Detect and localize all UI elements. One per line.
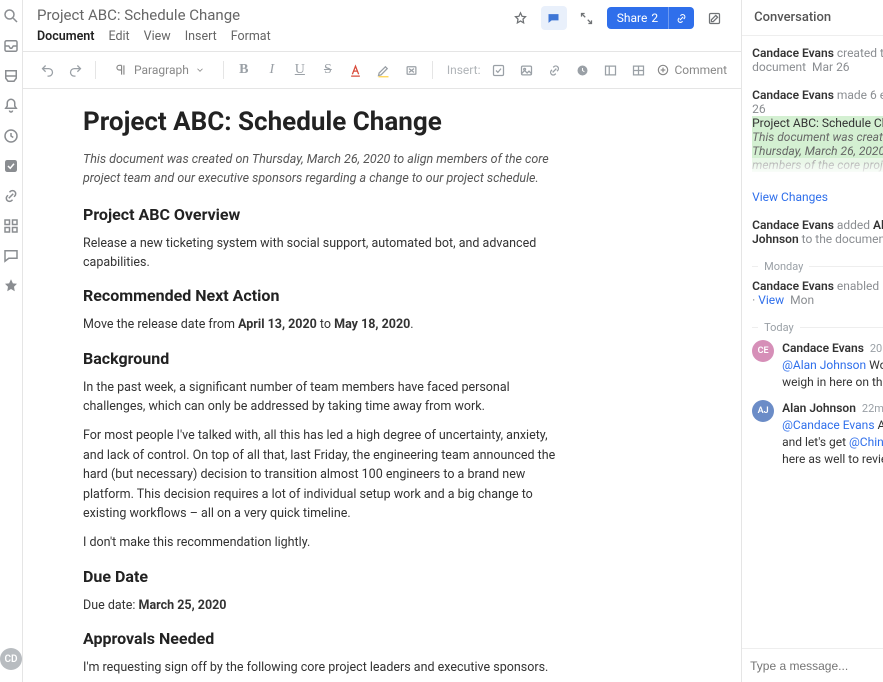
view-changes-link[interactable]: View Changes <box>752 190 883 204</box>
view-link[interactable]: View <box>758 293 784 307</box>
chat-icon[interactable] <box>1 246 21 266</box>
mention[interactable]: @Alan Johnson <box>782 358 866 372</box>
activity-edits: Candace Evans made 6 edits Mar 26 Projec… <box>752 88 883 176</box>
message-composer: Send <box>742 648 883 682</box>
background-heading: Background <box>83 349 713 368</box>
next-action-heading: Recommended Next Action <box>83 286 713 305</box>
menu-edit[interactable]: Edit <box>108 29 129 44</box>
overview-heading: Project ABC Overview <box>83 205 713 224</box>
clear-format-icon[interactable] <box>402 59 422 81</box>
insert-mention-icon[interactable] <box>572 59 592 81</box>
paragraph-style-select[interactable]: Paragraph <box>106 63 213 77</box>
doc-title: Project ABC: Schedule Change <box>37 6 240 24</box>
mention[interactable]: @Chinua Toure <box>849 435 883 449</box>
menu-document[interactable]: Document <box>37 29 94 44</box>
message-text: @Candace Evans Absolutely, and let's get… <box>782 417 883 467</box>
message-text: @Alan Johnson Would you weigh in here on… <box>782 357 883 391</box>
bell-icon[interactable] <box>1 96 21 116</box>
approvals-heading: Approvals Needed <box>83 629 713 648</box>
share-link-button[interactable] <box>668 7 694 29</box>
insert-link-icon[interactable] <box>544 59 564 81</box>
app-rail: CD <box>0 0 23 682</box>
message-author: Alan Johnson <box>782 400 856 417</box>
background-p3: I don't make this recommendation lightly… <box>83 533 563 552</box>
doc-h1: Project ABC: Schedule Change <box>83 107 713 137</box>
main-area: Project ABC: Schedule Change Share 2 Doc… <box>23 0 742 682</box>
conversation-panel: Conversation Candace Evans created the d… <box>742 0 883 682</box>
share-button[interactable]: Share 2 <box>607 7 668 29</box>
favorite-star-icon[interactable] <box>508 6 534 30</box>
text-color-icon[interactable] <box>346 59 366 81</box>
redo-icon[interactable] <box>65 59 85 81</box>
activity-link-sharing: Candace Evans enabled link sharing · Vie… <box>752 279 883 307</box>
compose-icon[interactable] <box>701 6 727 30</box>
menu-format[interactable]: Format <box>231 29 271 44</box>
menu-view[interactable]: View <box>144 29 171 44</box>
message-time: 20m <box>870 341 883 356</box>
conversation-toggle-icon[interactable] <box>541 6 567 30</box>
bold-button[interactable]: B <box>234 62 254 78</box>
divider-today: Today <box>752 321 883 334</box>
apps-icon[interactable] <box>1 216 21 236</box>
expand-icon[interactable] <box>574 6 600 30</box>
divider-monday: Monday <box>752 260 883 273</box>
conversation-body[interactable]: Candace Evans created the document Mar 2… <box>742 36 883 648</box>
history-icon[interactable] <box>1 126 21 146</box>
activity-added-user: Candace Evans added Alan Johnson to the … <box>752 218 883 246</box>
link-icon[interactable] <box>1 186 21 206</box>
conversation-header: Conversation <box>742 0 883 36</box>
document-body[interactable]: Project ABC: Schedule Change This docume… <box>23 89 741 682</box>
toolbar: Paragraph B I U S Insert: Comment <box>23 52 741 89</box>
message-avatar: AJ <box>752 400 774 422</box>
due-date-heading: Due Date <box>83 567 713 586</box>
user-avatar[interactable]: CD <box>0 648 22 670</box>
due-date-text: Due date: March 25, 2020 <box>83 596 563 615</box>
message-input[interactable] <box>750 659 883 673</box>
message-avatar: CE <box>752 340 774 362</box>
add-comment-button[interactable]: Comment <box>656 63 727 77</box>
star-icon[interactable] <box>1 276 21 296</box>
insert-layout-icon[interactable] <box>600 59 620 81</box>
tray-icon[interactable] <box>1 66 21 86</box>
doc-intro: This document was created on Thursday, M… <box>83 151 553 189</box>
inbox-icon[interactable] <box>1 36 21 56</box>
next-action-text: Move the release date from April 13, 202… <box>83 315 563 334</box>
menu-insert[interactable]: Insert <box>185 29 217 44</box>
italic-button[interactable]: I <box>262 62 282 78</box>
undo-icon[interactable] <box>37 59 57 81</box>
mention[interactable]: @Candace Evans <box>782 418 874 432</box>
chat-message: AJ Alan Johnson 22m@Candace Evans Absolute… <box>752 400 883 467</box>
background-p2: For most people I've talked with, all th… <box>83 426 563 523</box>
insert-image-icon[interactable] <box>516 59 536 81</box>
strike-button[interactable]: S <box>318 62 338 78</box>
header-actions: Share 2 <box>508 6 727 30</box>
chat-message: CE Candace Evans 20m@Alan Johnson Would yo… <box>752 340 883 390</box>
search-icon[interactable] <box>1 6 21 26</box>
tasks-icon[interactable] <box>1 156 21 176</box>
insert-table-icon[interactable] <box>628 59 648 81</box>
insert-checkbox-icon[interactable] <box>488 59 508 81</box>
activity-created: Candace Evans created the document Mar 2… <box>752 46 883 74</box>
overview-text: Release a new ticketing system with soci… <box>83 234 563 273</box>
message-time: 22m <box>862 401 883 416</box>
underline-button[interactable]: U <box>290 62 310 78</box>
highlight-icon[interactable] <box>374 59 394 81</box>
insert-label: Insert: <box>447 63 481 77</box>
message-author: Candace Evans <box>782 340 864 357</box>
background-p1: In the past week, a significant number o… <box>83 378 563 417</box>
approvals-text: I'm requesting sign off by the following… <box>83 658 563 677</box>
